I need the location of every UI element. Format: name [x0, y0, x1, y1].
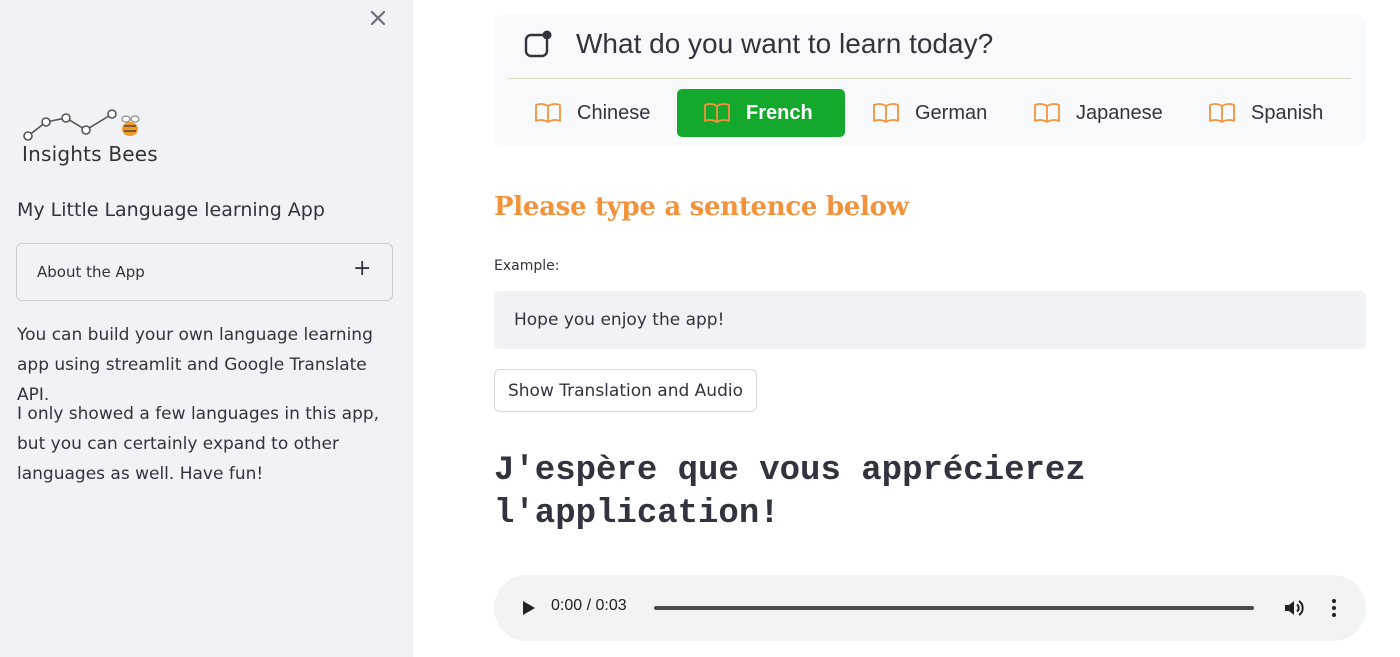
audio-progress-bar[interactable]: [654, 606, 1254, 610]
book-icon: [704, 103, 730, 123]
nav-label: German: [915, 101, 988, 124]
logo-graph-icon: [23, 109, 140, 141]
input-label: Example:: [494, 258, 560, 274]
play-icon[interactable]: [517, 597, 539, 619]
nav-item-spanish[interactable]: Spanish: [1208, 89, 1348, 137]
book-icon: [535, 103, 561, 123]
nav-item-chinese[interactable]: Chinese: [534, 89, 664, 137]
nav-label: Chinese: [577, 101, 651, 124]
nav-item-japanese[interactable]: Japanese: [1033, 89, 1183, 137]
section-heading: Please type a sentence below: [494, 192, 909, 222]
audio-player: 0:00 / 0:03: [494, 575, 1366, 641]
sidebar-paragraph-1: You can build your own language learning…: [17, 325, 373, 405]
about-expander[interactable]: About the App +: [16, 243, 393, 301]
close-icon[interactable]: [366, 6, 390, 30]
menu-divider: [508, 78, 1351, 79]
plus-icon: +: [353, 256, 372, 281]
volume-icon[interactable]: [1282, 596, 1306, 620]
app-indicator-icon: [524, 30, 552, 58]
translation-text: J'espère que vous apprécierez l'applicat…: [494, 452, 1086, 533]
audio-time: 0:00 / 0:03: [551, 597, 627, 614]
logo: Insights Bees: [18, 104, 168, 170]
book-icon: [873, 103, 899, 123]
nav-label: Spanish: [1251, 101, 1324, 124]
book-icon: [1209, 103, 1235, 123]
language-menu: What do you want to learn today? Chinese…: [494, 15, 1366, 146]
nav-item-german[interactable]: German: [872, 89, 1002, 137]
more-options-icon[interactable]: [1326, 596, 1342, 620]
book-icon: [1034, 103, 1060, 123]
sidebar-title: My Little Language learning App: [17, 199, 325, 221]
sidebar-paragraph-2: I only showed a few languages in this ap…: [17, 404, 380, 484]
nav-item-french[interactable]: French: [677, 89, 845, 137]
expander-label: About the App: [37, 263, 145, 281]
sidebar: Insights Bees My Little Language learnin…: [0, 0, 413, 657]
menu-title: What do you want to learn today?: [576, 28, 994, 59]
nav-label: Japanese: [1076, 101, 1163, 124]
show-translation-button[interactable]: Show Translation and Audio: [494, 369, 757, 412]
sentence-input[interactable]: [494, 291, 1366, 349]
logo-text: Insights Bees: [22, 142, 158, 166]
nav-label: French: [746, 101, 813, 124]
